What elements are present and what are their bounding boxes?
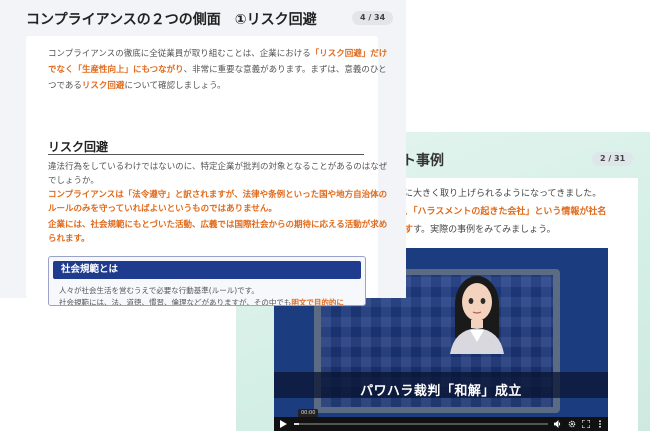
body-line-2: でしょうか。 xyxy=(48,176,99,186)
volume-icon[interactable] xyxy=(554,420,562,428)
settings-gear-icon[interactable] xyxy=(568,420,576,428)
intro-text: について確認しましょう。 xyxy=(124,81,226,91)
slide-title-main: コンプライアンスの２つの側面 xyxy=(26,12,235,28)
slide-title-number: ① xyxy=(234,12,247,28)
back-page-indicator: 2 / 31 xyxy=(592,152,634,166)
content-card: コンプライアンスの徹底に全従業員が取り組むことは、企業における「リスク回避」だけ… xyxy=(26,36,387,306)
body-line-3-highlight: コンプライアンスは「法令遵守」と訳されますが、法律や条例といった国や地方自治体の xyxy=(48,190,388,200)
back-text-line: すす。実際の事例をみてみましょう。 xyxy=(404,225,556,235)
back-text-line: に大きく取り上げられるようになってきました。 xyxy=(404,189,602,199)
video-controls xyxy=(274,417,608,431)
page-indicator: 4 / 34 xyxy=(352,11,394,25)
play-icon[interactable] xyxy=(278,419,288,429)
slide-title-sub: リスク回避 xyxy=(246,12,317,28)
intro-text: コンプライアンスの徹底に全従業員が取り組むことは、企業における xyxy=(48,49,311,59)
slide-title: コンプライアンスの２つの側面 ①リスク回避 xyxy=(26,9,317,29)
heading-divider xyxy=(48,154,364,155)
body-line-1: 違法行為をしているわけではないのに、特定企業が批判の対象となることがあるのはなぜ xyxy=(48,162,388,172)
back-highlight-text: 、「ハラスメントの起きた会社」という情報が社名 xyxy=(404,207,607,217)
info-box-line-1: 人々が社会生活を営むうえで必要な行動基準(ルール)です。 xyxy=(59,286,259,295)
intro-line-1: コンプライアンスの徹底に全従業員が取り組むことは、企業における「リスク回避」だけ xyxy=(48,48,387,60)
intro-highlight: 「リスク回避」だけ xyxy=(310,49,388,59)
body-line-4-highlight: ルールのみを守っていればよいというものではありません。 xyxy=(48,204,277,214)
body-line-6-highlight: られます。 xyxy=(48,234,90,244)
intro-highlight: リスク回避 xyxy=(81,81,125,91)
back-slide-title: ト事例 xyxy=(402,153,444,169)
fullscreen-icon[interactable] xyxy=(582,420,590,428)
back-text: す。実際の事例をみてみましょう。 xyxy=(413,225,556,235)
info-box-text: 社会規範には、法、道徳、慣習、倫理などがありますが、その中でも xyxy=(59,298,292,306)
intro-text: 、非常に重要な意義があります。まずは、意義のひと xyxy=(183,65,387,75)
progress-bar[interactable] xyxy=(294,423,548,425)
more-options-icon[interactable] xyxy=(596,420,604,428)
body-line-5-highlight: 企業には、社会規範にもとづいた活動、広義では国際社会からの期待に応える活動が求め xyxy=(48,220,388,230)
news-anchor-illustration xyxy=(450,276,504,354)
intro-line-3: つであるリスク回避について確認しましょう。 xyxy=(48,80,226,92)
intro-line-2: でなく「生産性向上」にもつながり、非常に重要な意義があります。まずは、意義のひと xyxy=(48,64,387,76)
info-box-title: 社会規範とは xyxy=(53,261,361,279)
front-slide: コンプライアンスの２つの側面 ①リスク回避 4 / 34 コンプライアンスの徹底… xyxy=(0,0,406,306)
news-caption: パワハラ裁判「和解」成立 xyxy=(360,384,522,399)
intro-highlight: でなく「生産性向上」にもつながり xyxy=(48,65,184,75)
info-box-highlight: 明文で目的的に xyxy=(291,298,344,306)
back-text-line-highlight: 、「ハラスメントの起きた会社」という情報が社名 xyxy=(404,204,606,217)
progress-fill xyxy=(294,423,300,425)
intro-text: つである xyxy=(48,81,82,91)
info-box-line-2: 社会規範には、法、道徳、慣習、倫理などがありますが、その中でも明文で目的的に xyxy=(59,297,344,306)
section-heading: リスク回避 xyxy=(48,140,109,154)
info-box: 社会規範とは 人々が社会生活を営むうえで必要な行動基準(ルール)です。 社会規範… xyxy=(48,256,366,306)
